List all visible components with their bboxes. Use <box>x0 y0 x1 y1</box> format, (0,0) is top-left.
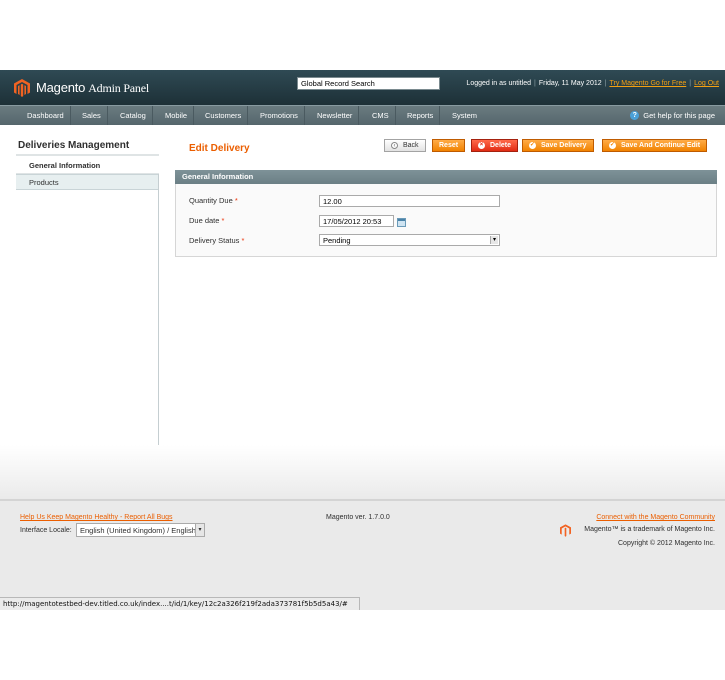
magento-footer-logo-icon <box>560 524 571 537</box>
magento-logo[interactable]: Magento Admin Panel <box>14 79 149 97</box>
tab-general-information[interactable]: General Information <box>16 158 159 174</box>
magento-logo-icon <box>14 79 30 97</box>
nav-reports[interactable]: Reports <box>401 106 441 125</box>
nav-catalog[interactable]: Catalog <box>114 106 153 125</box>
save-delivery-button[interactable]: ✓ Save Delivery <box>522 139 594 152</box>
due-date-label: Due date * <box>189 216 225 225</box>
nav-mobile[interactable]: Mobile <box>159 106 195 125</box>
tab-products[interactable]: Products <box>16 174 159 190</box>
save-continue-check-icon: ✓ <box>609 142 616 149</box>
sidebar-title-divider <box>16 154 159 156</box>
report-bugs-link[interactable]: Help Us Keep Magento Healthy - Report Al… <box>20 514 173 521</box>
back-arrow-icon: ‹ <box>391 142 398 149</box>
back-button[interactable]: ‹ Back <box>384 139 426 152</box>
magento-version: Magento ver. 1.7.0.0 <box>326 514 390 521</box>
trademark-text: Magento™ is a trademark of Magento Inc. <box>584 526 715 533</box>
save-check-icon: ✓ <box>529 142 536 149</box>
nav-sales[interactable]: Sales <box>76 106 108 125</box>
sidebar-divider <box>158 174 159 445</box>
current-date: Friday, 11 May 2012 <box>538 80 602 87</box>
admin-header: MagentoAdmin Panel Logged in as untitled… <box>0 70 725 105</box>
reset-button[interactable]: Reset <box>432 139 466 152</box>
delivery-status-label: Delivery Status * <box>189 236 245 245</box>
interface-locale-select[interactable]: English (United Kingdom) / English ▾ <box>76 523 205 537</box>
sidebar-title: Deliveries Management <box>18 140 130 151</box>
interface-locale-label: Interface Locale: <box>20 527 72 534</box>
community-link[interactable]: Connect with the Magento Community <box>596 514 715 521</box>
general-information-header: General Information <box>175 170 717 184</box>
save-and-continue-button[interactable]: ✓ Save And Continue Edit <box>602 139 708 152</box>
try-magento-go-link[interactable]: Try Magento Go for Free <box>609 80 686 87</box>
footer-gradient <box>0 445 725 500</box>
chevron-down-icon: ▾ <box>490 236 498 244</box>
page-title: Edit Delivery <box>189 143 250 154</box>
locale-chevron-down-icon: ▾ <box>195 524 204 536</box>
logo-brand-text: Magento <box>36 80 86 95</box>
nav-customers[interactable]: Customers <box>199 106 249 125</box>
nav-promotions[interactable]: Promotions <box>254 106 305 125</box>
help-icon: ? <box>630 111 640 120</box>
quantity-due-input[interactable] <box>319 195 500 207</box>
delete-button[interactable]: × Delete <box>471 139 519 152</box>
logo-panel-text: Admin Panel <box>88 81 149 95</box>
quantity-due-label: Quantity Due * <box>189 196 238 205</box>
help-link[interactable]: ? Get help for this page <box>630 106 715 125</box>
delivery-status-select[interactable]: Pending ▾ <box>319 234 500 246</box>
delete-icon: × <box>478 142 485 149</box>
admin-page: MagentoAdmin Panel Logged in as untitled… <box>0 70 725 610</box>
nav-cms[interactable]: CMS <box>366 106 396 125</box>
help-link-text: Get help for this page <box>643 111 715 120</box>
due-date-input[interactable] <box>319 215 394 227</box>
logout-link[interactable]: Log Out <box>694 80 719 87</box>
header-user-links: Logged in as untitled | Friday, 11 May 201… <box>466 80 719 87</box>
main-nav: Dashboard Sales Catalog Mobile Customers… <box>0 105 725 125</box>
global-record-search-input[interactable] <box>297 77 440 90</box>
copyright-text: Copyright © 2012 Magento Inc. <box>618 540 715 547</box>
browser-status-bar: http://magentotestbed-dev.titled.co.uk/i… <box>0 597 360 610</box>
nav-system[interactable]: System <box>446 106 483 125</box>
logged-in-text: Logged in as untitled <box>466 80 532 87</box>
nav-newsletter[interactable]: Newsletter <box>311 106 360 125</box>
calendar-icon[interactable] <box>397 218 406 227</box>
nav-dashboard[interactable]: Dashboard <box>21 106 71 125</box>
